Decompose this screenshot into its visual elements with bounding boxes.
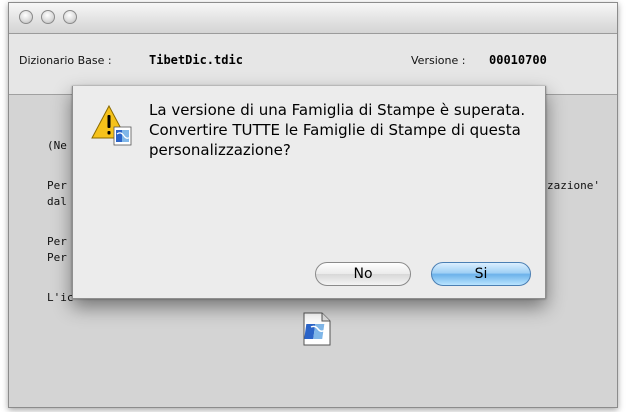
version-label: Versione : [411,54,466,67]
dialog-message: La versione di una Famiglia di Stampe è … [149,101,526,159]
content-line-1: (Ne [47,139,67,152]
document-icon[interactable] [302,312,332,346]
dictionary-label: Dizionario Base : [19,54,112,67]
app-badge-icon [113,126,132,146]
zoom-icon[interactable] [63,10,77,24]
warning-icon [91,104,132,146]
content-line-2: Per [47,179,67,192]
si-button[interactable]: Si [431,262,531,286]
title-bar[interactable] [9,3,617,34]
no-button[interactable]: No [315,262,411,286]
minimize-icon[interactable] [41,10,55,24]
content-line-2-tail: zazione' [547,179,600,192]
version-value: 00010700 [489,53,547,67]
dictionary-value: TibetDic.tdic [149,53,243,67]
content-line-5: Per [47,251,67,264]
content-line-6: L'ic [47,291,74,304]
content-line-3: dal [47,195,67,208]
close-icon[interactable] [19,10,33,24]
content-line-4: Per [47,235,67,248]
alert-dialog: La versione di una Famiglia di Stampe è … [72,86,546,299]
